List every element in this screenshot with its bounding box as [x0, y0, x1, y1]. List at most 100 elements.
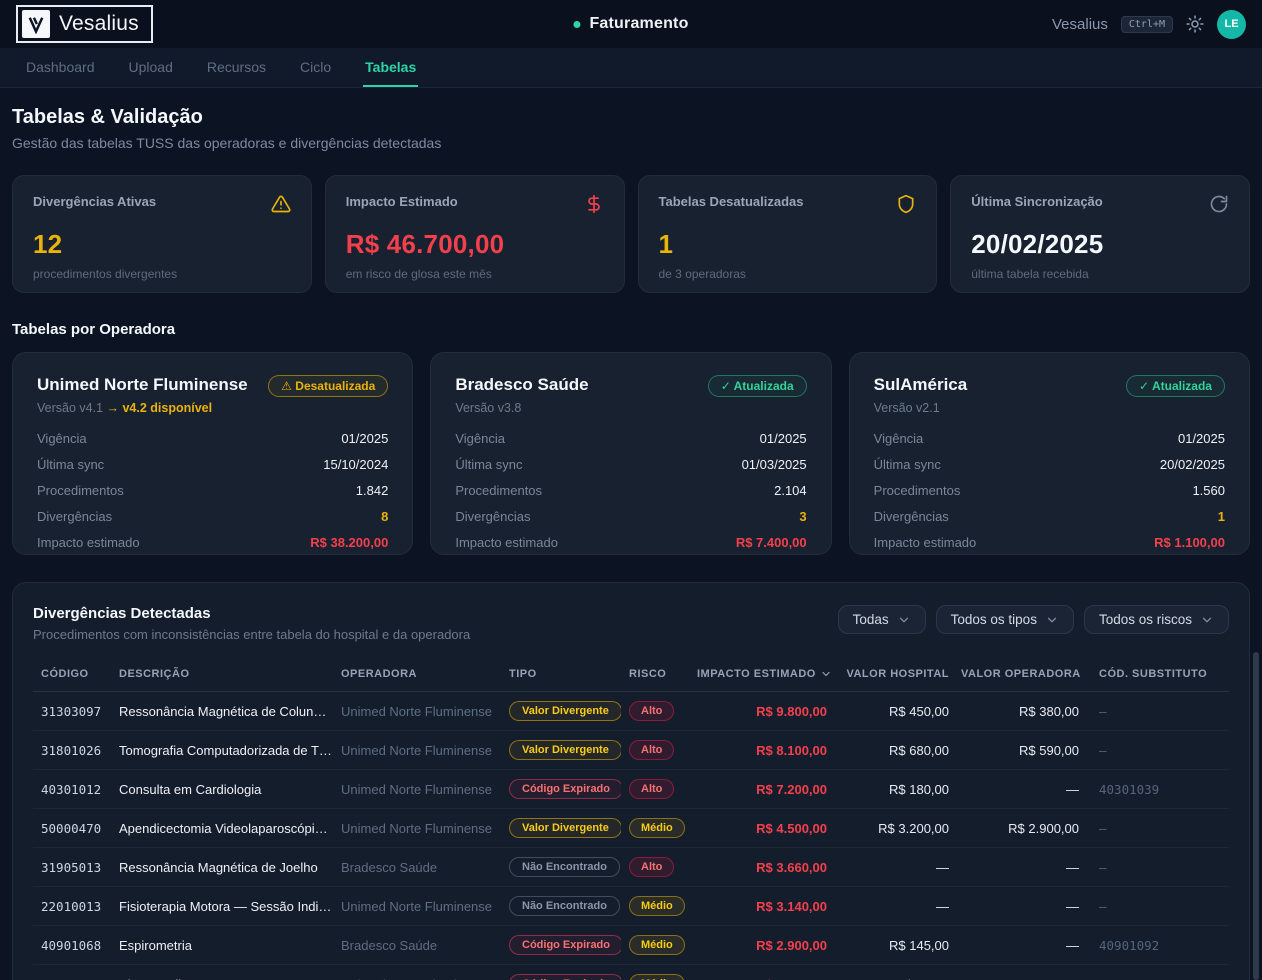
- stat-card-divergencias-ativas: Divergências Ativas 12 procedimentos div…: [12, 175, 312, 293]
- filter-dropdown[interactable]: Todos os riscos: [1084, 605, 1229, 634]
- avatar[interactable]: LE: [1217, 10, 1246, 39]
- table-row[interactable]: 40301012 Consulta em Cardiologia Unimed …: [33, 770, 1229, 809]
- tipo-cell: Valor Divergente: [501, 818, 621, 838]
- risco-badge: Alto: [629, 740, 674, 760]
- risco-cell: Alto: [621, 701, 689, 721]
- substituto-cell: 40301039: [1083, 782, 1229, 797]
- status-badge-atualizada: ✓ Atualizada: [1126, 375, 1225, 397]
- risco-cell: Médio: [621, 896, 689, 916]
- table-row[interactable]: 31905013 Ressonância Magnética de Joelho…: [33, 848, 1229, 887]
- codigo-cell: 41204109: [33, 977, 111, 980]
- field-label: Última sync: [874, 457, 941, 472]
- main-content: Tabelas & Validação Gestão das tabelas T…: [0, 88, 1262, 980]
- field-label: Procedimentos: [455, 483, 542, 498]
- field-value: 8: [381, 509, 388, 524]
- risco-badge: Alto: [629, 857, 674, 877]
- operator-field-row: Última sync 15/10/2024: [37, 457, 388, 472]
- valor-hospital-cell: R$ 95,00: [831, 977, 953, 980]
- stat-caption: em risco de glosa este mês: [346, 267, 604, 281]
- divergences-card: Divergências Detectadas Procedimentos co…: [12, 582, 1250, 980]
- chevron-down-icon: [1200, 613, 1214, 627]
- filter-dropdown[interactable]: Todos os tipos: [936, 605, 1074, 634]
- nav-tab[interactable]: Upload: [127, 48, 175, 87]
- col-header-impacto-sort[interactable]: Impacto Estimado: [689, 668, 831, 680]
- stat-card-tabelas-desatualizadas: Tabelas Desatualizadas 1 de 3 operadoras: [638, 175, 938, 293]
- table-body: 31303097 Ressonância Magnética de Coluna…: [33, 692, 1229, 980]
- risco-cell: Médio: [621, 935, 689, 955]
- tipo-cell: Código Expirado: [501, 779, 621, 799]
- field-value: 1: [1218, 509, 1225, 524]
- descricao-cell: Tomografia Computadorizada de T…: [111, 743, 333, 758]
- codigo-cell: 40301012: [33, 782, 111, 797]
- filter-label: Todos os tipos: [951, 612, 1037, 627]
- filter-dropdown[interactable]: Todas: [838, 605, 926, 634]
- col-header-risco: Risco: [621, 668, 689, 680]
- top-bar: Vesalius Faturamento Vesalius Ctrl+M LE: [0, 0, 1262, 48]
- valor-hospital-cell: R$ 3.200,00: [831, 821, 953, 836]
- scrollbar-thumb[interactable]: [1253, 652, 1259, 980]
- tipo-badge: Código Expirado: [509, 779, 621, 799]
- shortcut-chip: Ctrl+M: [1121, 16, 1173, 33]
- codigo-cell: 31801026: [33, 743, 111, 758]
- operadora-cell: Bradesco Saúde: [333, 938, 501, 953]
- operadora-cell: Unimed Norte Fluminense: [333, 977, 501, 980]
- table-row[interactable]: 31801026 Tomografia Computadorizada de T…: [33, 731, 1229, 770]
- field-label: Divergências: [37, 509, 112, 524]
- substituto-cell: 40901092: [1083, 938, 1229, 953]
- tipo-cell: Código Expirado: [501, 935, 621, 955]
- divergences-subtitle: Procedimentos com inconsistências entre …: [33, 627, 470, 642]
- valor-hospital-cell: R$ 180,00: [831, 782, 953, 797]
- valor-hospital-cell: —: [831, 899, 953, 914]
- operator-field-row: Divergências 3: [455, 509, 806, 524]
- valor-hospital-cell: —: [831, 860, 953, 875]
- operadora-cell: Unimed Norte Fluminense: [333, 743, 501, 758]
- descricao-cell: Espirometria: [111, 938, 333, 953]
- tipo-cell: Código Expirado: [501, 974, 621, 980]
- operator-fields: Vigência 01/2025 Última sync 15/10/2024 …: [37, 431, 388, 550]
- field-value: 3: [799, 509, 806, 524]
- operator-version: Versão v4.1 → v4.2 disponível: [37, 401, 248, 415]
- descricao-cell: Consulta em Cardiologia: [111, 782, 333, 797]
- descricao-cell: Ressonância Magnética de Joelho: [111, 860, 333, 875]
- field-label: Impacto estimado: [37, 535, 140, 550]
- field-value: 1.560: [1192, 483, 1225, 498]
- chevron-down-icon: [897, 613, 911, 627]
- col-header-substituto: Cód. Substituto: [1083, 668, 1229, 680]
- table-row[interactable]: 31303097 Ressonância Magnética de Coluna…: [33, 692, 1229, 731]
- table-row[interactable]: 40901068 Espirometria Bradesco Saúde Cód…: [33, 926, 1229, 965]
- field-label: Procedimentos: [37, 483, 124, 498]
- table-row[interactable]: 41204109 Eletrocardiograma em Repouso… U…: [33, 965, 1229, 980]
- operator-field-row: Impacto estimado R$ 7.400,00: [455, 535, 806, 550]
- table-header-row: Código Descrição Operadora Tipo Risco Im…: [33, 656, 1229, 692]
- risco-badge: Médio: [629, 818, 685, 838]
- nav-tab[interactable]: Dashboard: [24, 48, 97, 87]
- valor-operadora-cell: —: [953, 938, 1083, 953]
- operator-version: Versão v3.8: [455, 401, 588, 415]
- field-label: Procedimentos: [874, 483, 961, 498]
- field-label: Impacto estimado: [455, 535, 558, 550]
- operator-fields: Vigência 01/2025 Última sync 01/03/2025 …: [455, 431, 806, 550]
- tipo-badge: Código Expirado: [509, 974, 621, 980]
- stat-title: Divergências Ativas: [33, 194, 156, 209]
- table-row[interactable]: 50000470 Apendicectomia Videolaparoscópi…: [33, 809, 1229, 848]
- brand-logo[interactable]: Vesalius: [16, 5, 153, 43]
- risco-badge: Médio: [629, 974, 685, 980]
- stat-caption: procedimentos divergentes: [33, 267, 291, 281]
- field-label: Vigência: [455, 431, 505, 446]
- table-row[interactable]: 22010013 Fisioterapia Motora — Sessão In…: [33, 887, 1229, 926]
- tipo-badge: Valor Divergente: [509, 818, 621, 838]
- operator-field-row: Vigência 01/2025: [455, 431, 806, 446]
- nav-tab[interactable]: Recursos: [205, 48, 268, 87]
- valor-operadora-cell: R$ 2.900,00: [953, 821, 1083, 836]
- operator-field-row: Vigência 01/2025: [874, 431, 1225, 446]
- descricao-cell: Eletrocardiograma em Repouso…: [111, 977, 333, 980]
- impacto-cell: R$ 2.840,00: [689, 977, 831, 980]
- risco-badge: Alto: [629, 701, 674, 721]
- nav-tab[interactable]: Tabelas: [363, 48, 418, 87]
- nav-tab[interactable]: Ciclo: [298, 48, 333, 87]
- theme-toggle-sun-icon[interactable]: [1186, 15, 1204, 33]
- stat-card-ultima-sincronizacao: Última Sincronização 20/02/2025 última t…: [950, 175, 1250, 293]
- field-value: 15/10/2024: [323, 457, 388, 472]
- tipo-badge: Valor Divergente: [509, 701, 621, 721]
- stat-value: 1: [659, 229, 917, 260]
